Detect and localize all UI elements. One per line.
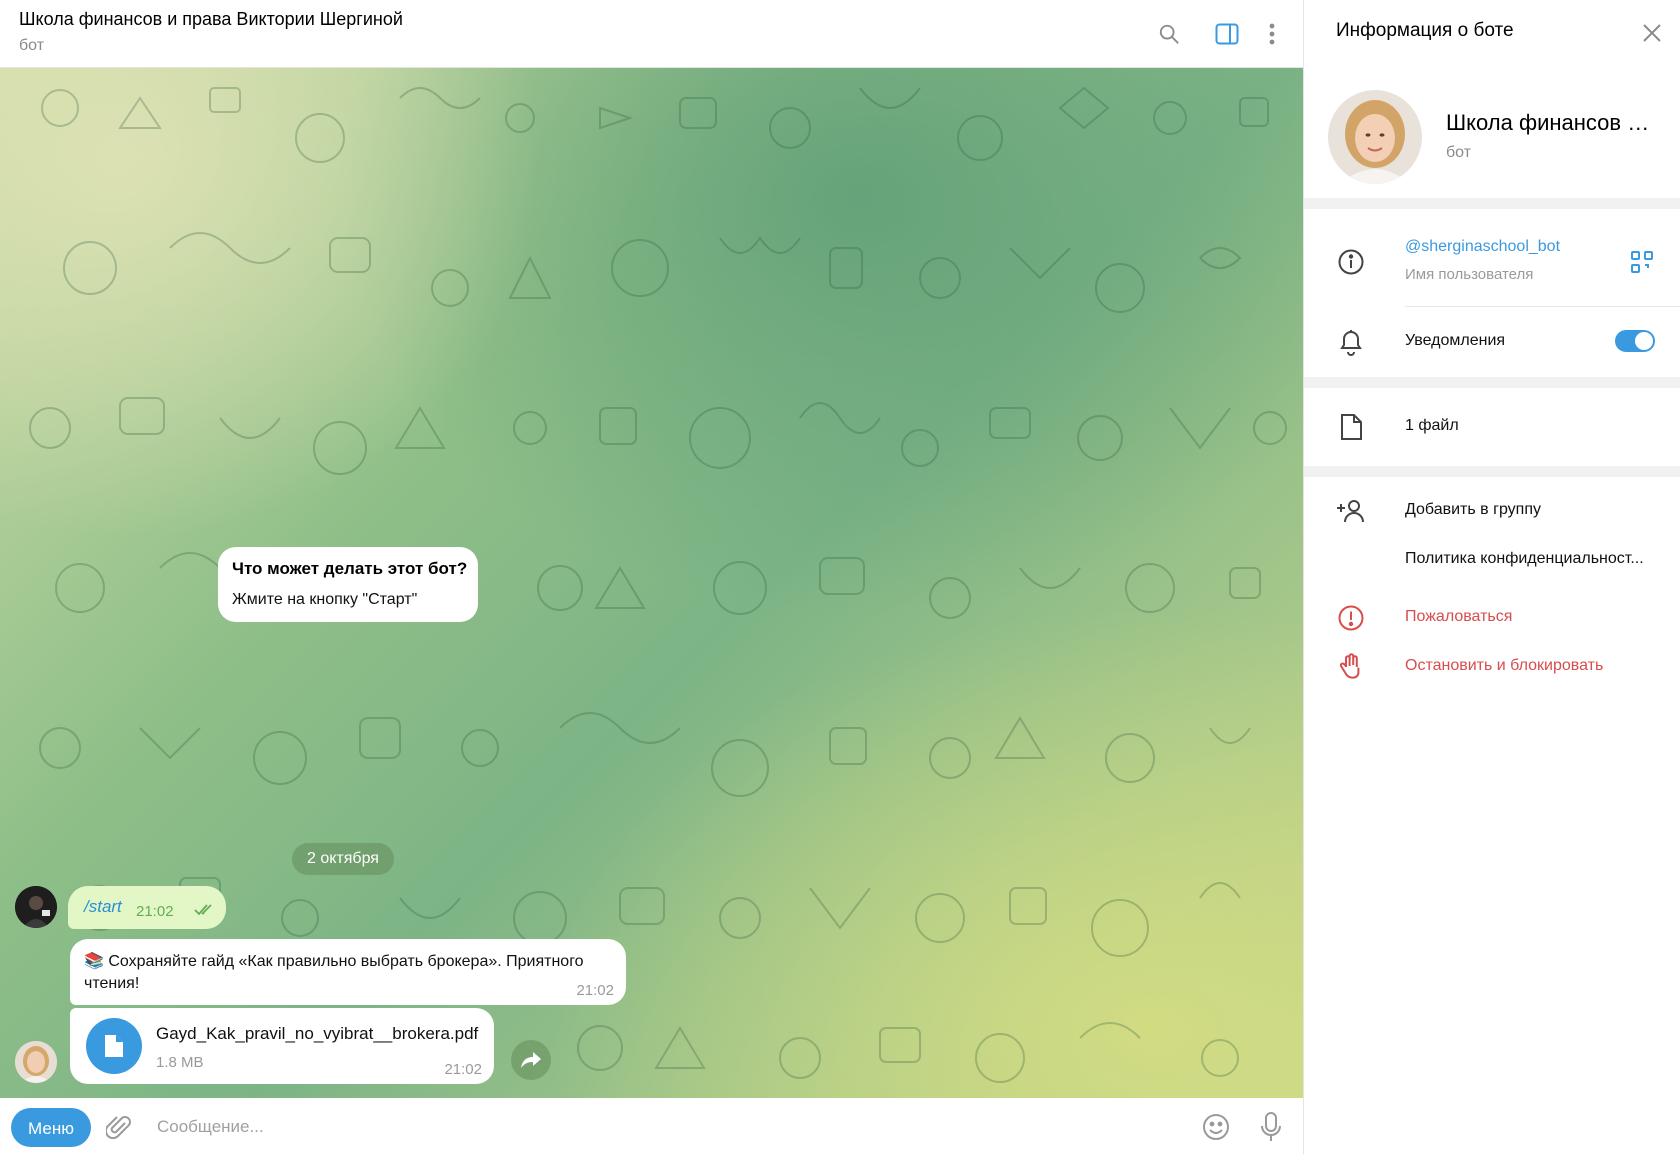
message-body: Сохраняйте гайд «Как правильно выбрать б… xyxy=(84,953,584,992)
report-icon xyxy=(1334,601,1368,635)
bot-description-text: Жмите на кнопку "Старт" xyxy=(232,591,418,608)
bot-description-bubble: Что может делать этот бот? Жмите на кноп… xyxy=(218,547,478,622)
bell-icon xyxy=(1334,325,1368,359)
profile-name: Школа финансов и права Виктории Шергиной xyxy=(1446,110,1656,135)
file-icon[interactable] xyxy=(86,1018,142,1074)
section-divider xyxy=(1304,377,1680,388)
message-time: 21:02 xyxy=(444,1061,482,1078)
search-icon[interactable] xyxy=(1153,18,1185,50)
emoji-icon[interactable] xyxy=(1199,1110,1233,1144)
row-divider xyxy=(1405,306,1680,307)
composer-bar: Меню xyxy=(0,1098,1303,1154)
block-bot-button[interactable]: Остановить и блокировать xyxy=(1405,657,1603,675)
section-divider xyxy=(1304,198,1680,209)
date-separator: 2 октября xyxy=(292,843,394,875)
stop-hand-icon xyxy=(1334,650,1368,684)
incoming-message[interactable]: 📚 Сохраняйте гайд «Как правильно выбрать… xyxy=(70,939,626,1005)
chat-title[interactable]: Школа финансов и права Виктории Шергиной xyxy=(19,9,403,30)
bot-avatar[interactable] xyxy=(15,1041,57,1083)
outgoing-message[interactable]: /start 21:02 xyxy=(68,886,226,929)
sidebar-toggle-icon[interactable] xyxy=(1211,18,1243,50)
books-emoji: 📚 xyxy=(84,953,104,970)
menu-button[interactable]: Меню xyxy=(11,1108,91,1147)
info-icon xyxy=(1334,245,1368,279)
username-caption: Имя пользователя xyxy=(1405,266,1534,283)
profile-avatar[interactable] xyxy=(1328,90,1422,184)
toggle-knob xyxy=(1635,332,1653,350)
qr-code-icon[interactable] xyxy=(1630,250,1656,276)
message-time: 21:02 xyxy=(136,903,174,920)
chat-column: Школа финансов и права Виктории Шергиной… xyxy=(0,0,1303,1154)
bot-description-title: Что может делать этот бот? xyxy=(232,559,468,578)
chat-header[interactable]: Школа финансов и права Виктории Шергиной… xyxy=(0,0,1303,68)
section-divider xyxy=(1304,466,1680,477)
message-input[interactable] xyxy=(155,1108,1179,1146)
more-vertical-icon[interactable] xyxy=(1256,18,1288,50)
notifications-label: Уведомления xyxy=(1405,332,1506,349)
double-check-icon xyxy=(194,903,216,922)
notifications-toggle[interactable] xyxy=(1615,330,1655,352)
close-icon[interactable] xyxy=(1639,20,1665,46)
panel-title: Информация о боте xyxy=(1336,20,1514,41)
file-outline-icon xyxy=(1334,410,1368,444)
forward-button[interactable] xyxy=(511,1040,551,1080)
file-message[interactable]: Gayd_Kak_pravil_no_vyibrat__brokera.pdf … xyxy=(70,1008,494,1084)
message-text: 📚 Сохраняйте гайд «Как правильно выбрать… xyxy=(84,951,604,995)
bot-info-panel: Информация о боте Школа финансов и права… xyxy=(1303,0,1680,1154)
add-to-group-button[interactable]: Добавить в группу xyxy=(1405,501,1541,519)
chat-subtitle: бот xyxy=(19,37,45,54)
profile-subtitle: бот xyxy=(1446,144,1472,161)
files-row[interactable]: 1 файл xyxy=(1405,417,1459,435)
attach-icon[interactable] xyxy=(102,1110,136,1144)
user-avatar[interactable] xyxy=(15,886,57,928)
privacy-policy-link[interactable]: Политика конфиденциальност... xyxy=(1405,550,1644,568)
command-link[interactable]: /start xyxy=(84,897,122,917)
add-user-icon xyxy=(1334,494,1368,528)
message-time: 21:02 xyxy=(576,982,614,999)
username-link[interactable]: @sherginaschool_bot xyxy=(1405,238,1560,256)
microphone-icon[interactable] xyxy=(1254,1110,1288,1144)
forward-icon xyxy=(521,1052,541,1068)
report-button[interactable]: Пожаловаться xyxy=(1405,608,1512,626)
file-name[interactable]: Gayd_Kak_pravil_no_vyibrat__brokera.pdf xyxy=(156,1024,478,1044)
file-size: 1.8 MB xyxy=(156,1054,204,1071)
